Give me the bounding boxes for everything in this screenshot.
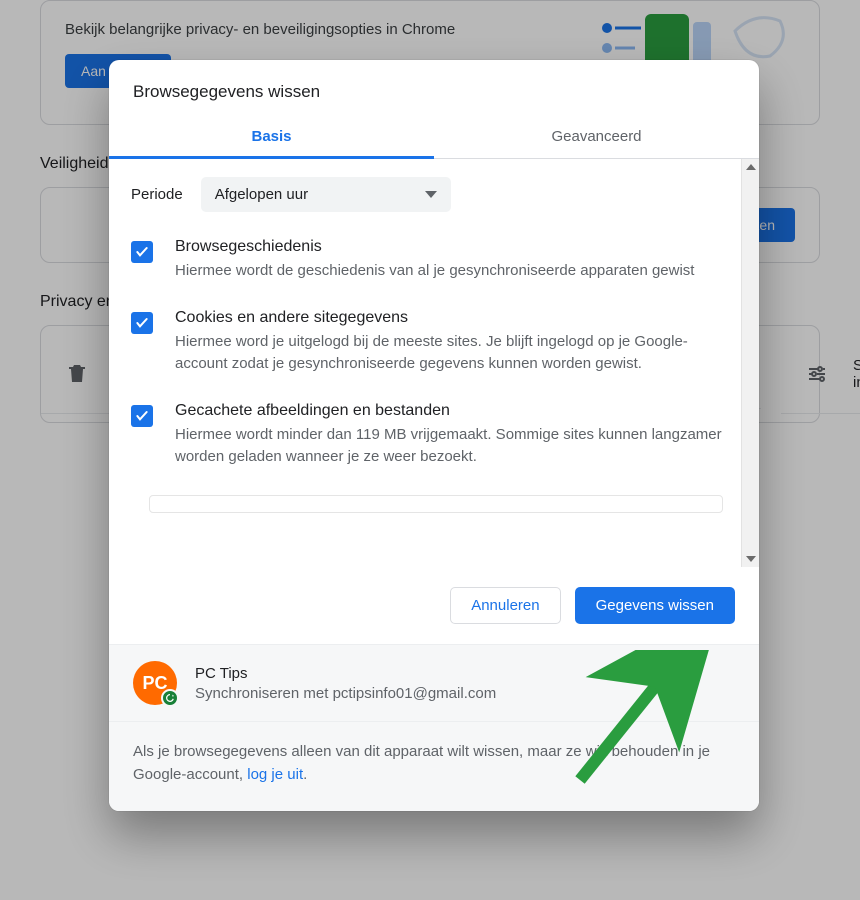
check-icon [134,315,150,331]
dialog-title: Browsegegevens wissen [109,60,759,116]
partial-next-item [149,495,723,513]
footer-note: Als je browsegegevens alleen van dit app… [109,721,759,811]
clear-data-button[interactable]: Gegevens wissen [575,587,735,624]
scroll-down-icon[interactable] [746,556,756,562]
period-value: Afgelopen uur [215,186,308,203]
option-desc: Hiermee wordt de geschiedenis van al je … [175,260,723,283]
sign-out-link[interactable]: log je uit [247,766,303,783]
footer-note-text: Als je browsegegevens alleen van dit app… [133,743,710,783]
option-cookies: Cookies en andere sitegegevens Hiermee w… [131,309,723,376]
bg-card-desc: Bekijk belangrijke privacy- en beveiligi… [65,21,455,38]
checkbox-cached[interactable] [131,405,153,427]
check-icon [134,244,150,260]
option-desc: Hiermee word je uitgelogd bij de meeste … [175,331,723,376]
check-icon [134,408,150,424]
period-label: Periode [131,186,183,203]
sync-badge-icon [161,689,179,707]
sliders-icon [805,362,829,386]
footer-note-post: . [303,766,307,783]
bg-row-site-settings[interactable]: Site-instellingen meer) [781,335,860,414]
account-row: PC PC Tips Synchroniseren met pctipsinfo… [109,644,759,721]
scrollbar[interactable] [741,159,759,567]
option-cached: Gecachete afbeeldingen en bestanden Hier… [131,402,723,469]
dialog-scroll-area: Periode Afgelopen uur Browsegeschiedenis… [109,159,759,567]
option-title: Browsegeschiedenis [175,238,723,256]
dialog-actions: Annuleren Gegevens wissen [109,567,759,644]
option-desc: Hiermee wordt minder dan 119 MB vrijgema… [175,424,723,469]
account-name: PC Tips [195,665,496,682]
tab-basic[interactable]: Basis [109,116,434,158]
account-sync-status: Synchroniseren met pctipsinfo01@gmail.co… [195,685,496,702]
trash-icon [65,362,89,386]
option-title: Gecachete afbeeldingen en bestanden [175,402,723,420]
option-browsing-history: Browsegeschiedenis Hiermee wordt de gesc… [131,238,723,283]
checkbox-cookies[interactable] [131,312,153,334]
cancel-button[interactable]: Annuleren [450,587,560,624]
scroll-up-icon[interactable] [746,164,756,170]
period-dropdown[interactable]: Afgelopen uur [201,177,451,212]
avatar: PC [133,661,177,705]
dialog-tabs: Basis Geavanceerd [109,116,759,159]
clear-browsing-data-dialog: Browsegegevens wissen Basis Geavanceerd … [109,60,759,811]
checkbox-browsing-history[interactable] [131,241,153,263]
tab-advanced[interactable]: Geavanceerd [434,116,759,158]
chevron-down-icon [425,191,437,198]
option-title: Cookies en andere sitegegevens [175,309,723,327]
